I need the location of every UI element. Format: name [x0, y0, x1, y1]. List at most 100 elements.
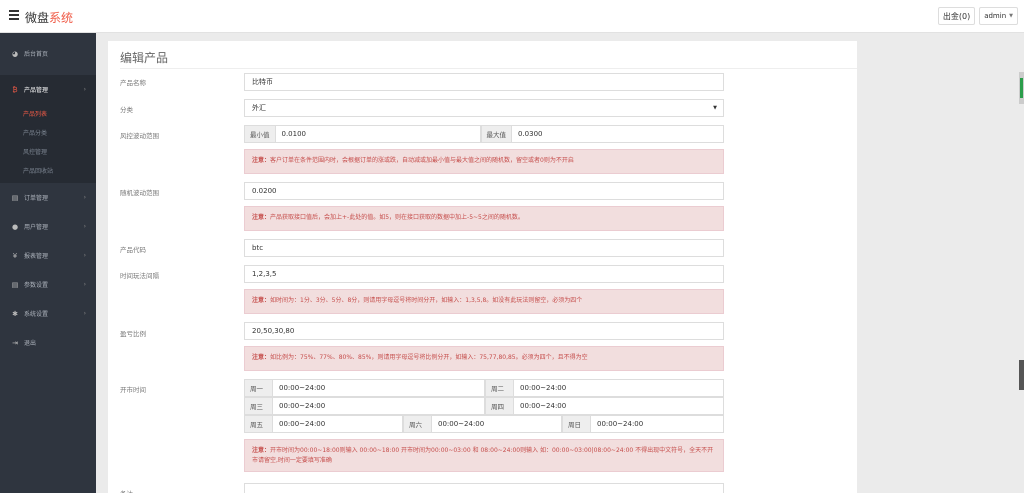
- chevron-right-icon: ›: [83, 281, 86, 288]
- sidebar-item-logout[interactable]: ⇥ 退出: [0, 328, 96, 357]
- chevron-right-icon: ›: [83, 194, 86, 201]
- sidebar-item-system[interactable]: ✱ 系统设置 ›: [0, 299, 96, 328]
- sidebar-item-params[interactable]: ▤ 参数设置 ›: [0, 270, 96, 299]
- open-time-row-2: 周三 00:00~24:00 周四 00:00~24:00: [244, 397, 724, 415]
- open-time-sat-input[interactable]: 00:00~24:00: [432, 415, 562, 433]
- min-addon: 最小值: [244, 125, 276, 143]
- top-header: 微盘系统 出金(0) admin ▼: [0, 0, 1024, 33]
- random-range-label: 随机波动范围: [120, 189, 159, 197]
- max-addon: 最大值: [480, 125, 512, 143]
- open-time-row-3: 周五 00:00~24:00 周六 00:00~24:00 周日 00:00~2…: [244, 415, 724, 433]
- open-time-tue-input[interactable]: 00:00~24:00: [514, 379, 724, 397]
- chevron-right-icon: ›: [83, 310, 86, 317]
- sidebar: ◕ 后台首页 ₿ 产品管理 › 产品列表 产品分类 风控管理 产品回收站 ▤ 订单管理 ›…: [0, 33, 96, 493]
- scrollbar-handle[interactable]: [1019, 360, 1024, 390]
- sidebar-item-label: 退出: [24, 340, 37, 347]
- day-addon-wed: 周三: [244, 397, 273, 415]
- menu-toggle-icon[interactable]: [9, 10, 19, 22]
- open-time-thu-input[interactable]: 00:00~24:00: [514, 397, 724, 415]
- sign-out-icon: ⇥: [12, 338, 18, 347]
- open-time-sun-input[interactable]: 00:00~24:00: [591, 415, 724, 433]
- sidebar-item-label: 用户管理: [24, 224, 49, 231]
- sidebar-item-label: 参数设置: [24, 282, 49, 289]
- edit-product-panel: 编辑产品 产品名称 比特币 分类 外汇 ▼ 风控波动范围 最小值 0.0100 最…: [108, 41, 857, 493]
- risk-range-group: 最小值 0.0100 最大值 0.0300: [244, 125, 724, 143]
- sidebar-item-label: 报表管理: [24, 253, 49, 260]
- brand-text-1: 微盘: [25, 11, 50, 25]
- profit-ratio-input[interactable]: 20,50,30,80: [244, 322, 724, 340]
- sidebar-item-products[interactable]: ₿ 产品管理 ›: [0, 75, 96, 104]
- sidebar-submenu: 产品列表 产品分类 风控管理 产品回收站: [0, 104, 96, 183]
- copy-icon: ▤: [11, 280, 19, 289]
- open-time-wed-input[interactable]: 00:00~24:00: [273, 397, 485, 415]
- note-title: 注意：: [252, 447, 271, 454]
- bitcoin-icon: ₿: [12, 85, 18, 94]
- sidebar-item-orders[interactable]: ▤ 订单管理 ›: [0, 183, 96, 212]
- divider: [120, 68, 857, 69]
- user-menu-button[interactable]: admin ▼: [979, 7, 1018, 25]
- random-note-alert: 注意：产品获取接口值后，会加上+-此处的值。如5，则在接口获取的数据中加上-5~…: [244, 206, 724, 231]
- note-text: 如比例为：75%、77%、80%、85%，则请用字母逗号将比例分开，如输入：75…: [270, 354, 588, 361]
- category-value: 外汇: [252, 104, 266, 112]
- product-code-input[interactable]: btc: [244, 239, 724, 257]
- scrollbar-thumb[interactable]: [1019, 72, 1024, 104]
- time-interval-label: 时间玩法间隔: [120, 272, 159, 280]
- product-name-label: 产品名称: [120, 79, 146, 87]
- caret-down-icon: ▼: [1009, 13, 1013, 19]
- day-addon-sat: 周六: [403, 415, 432, 433]
- sidebar-item-dashboard[interactable]: ◕ 后台首页: [0, 39, 96, 68]
- sidebar-item-label: 产品管理: [24, 87, 49, 94]
- page-title: 编辑产品: [120, 51, 169, 65]
- open-time-fri-input[interactable]: 00:00~24:00: [273, 415, 403, 433]
- day-addon-mon: 周一: [244, 379, 273, 397]
- sidebar-item-label: 后台首页: [24, 51, 49, 58]
- product-name-input[interactable]: 比特币: [244, 73, 724, 91]
- brand-logo: 微盘系统: [25, 9, 73, 26]
- sidebar-item-reports[interactable]: ¥ 报表管理 ›: [0, 241, 96, 270]
- day-addon-thu: 周四: [485, 397, 514, 415]
- note-text: 产品获取接口值后，会加上+-此处的值。如5，则在接口获取的数据中加上-5~5之间…: [270, 214, 524, 221]
- random-range-input[interactable]: 0.0200: [244, 182, 724, 200]
- sidebar-subitem-risk-control[interactable]: 风控管理: [0, 142, 96, 161]
- withdraw-label: 出金(0): [942, 11, 971, 21]
- sidebar-subitem-recycle-bin[interactable]: 产品回收站: [0, 161, 96, 180]
- note-title: 注意：: [252, 354, 271, 361]
- risk-max-input[interactable]: 0.0300: [512, 125, 724, 143]
- note-title: 注意：: [252, 297, 271, 304]
- remark-input[interactable]: [244, 483, 724, 493]
- sidebar-item-users[interactable]: ● 用户管理 ›: [0, 212, 96, 241]
- open-time-note-alert: 注意：开市时间为00:00~18:00则输入 00:00~18:00 开市时间为…: [244, 439, 724, 472]
- risk-note-alert: 注意：客户订单在条件范围内时，会根据订单的涨或跌，自动减或加最小值与最大值之间的…: [244, 149, 724, 174]
- risk-min-input[interactable]: 0.0100: [275, 125, 481, 143]
- yen-icon: ¥: [12, 251, 18, 260]
- category-select[interactable]: 外汇 ▼: [244, 99, 724, 117]
- open-time-label: 开市时间: [120, 386, 146, 394]
- chevron-right-icon: ›: [83, 86, 86, 93]
- copy-icon: ▤: [11, 193, 19, 202]
- note-text: 客户订单在条件范围内时，会根据订单的涨或跌，自动减或加最小值与最大值之间的随机数…: [270, 157, 574, 164]
- day-addon-sun: 周日: [562, 415, 591, 433]
- note-title: 注意：: [252, 157, 271, 164]
- withdraw-button[interactable]: 出金(0): [937, 7, 976, 25]
- chevron-right-icon: ›: [83, 223, 86, 230]
- remark-label: 备注: [120, 488, 133, 493]
- open-time-mon-input[interactable]: 00:00~24:00: [273, 379, 485, 397]
- sidebar-subitem-product-category[interactable]: 产品分类: [0, 123, 96, 142]
- day-addon-tue: 周二: [485, 379, 514, 397]
- chevron-right-icon: ›: [83, 252, 86, 259]
- open-time-row-1: 周一 00:00~24:00 周二 00:00~24:00: [244, 379, 724, 397]
- user-icon: ●: [11, 222, 19, 231]
- gears-icon: ✱: [12, 309, 18, 318]
- ratio-note-alert: 注意：如比例为：75%、77%、80%、85%，则请用字母逗号将比例分开，如输入…: [244, 346, 724, 371]
- dashboard-icon: ◕: [11, 49, 19, 58]
- note-text: 如时间为：1分、3分、5分、8分，则请用字母逗号将时间分开，如输入：1,3,5,…: [270, 297, 583, 304]
- user-label: admin: [984, 12, 1007, 20]
- product-code-label: 产品代码: [120, 246, 146, 254]
- note-title: 注意：: [252, 214, 271, 221]
- interval-note-alert: 注意：如时间为：1分、3分、5分、8分，则请用字母逗号将时间分开，如输入：1,3…: [244, 289, 724, 314]
- sidebar-item-label: 订单管理: [24, 195, 49, 202]
- category-label: 分类: [120, 106, 133, 114]
- sidebar-subitem-product-list[interactable]: 产品列表: [0, 104, 96, 123]
- time-interval-input[interactable]: 1,2,3,5: [244, 265, 724, 283]
- caret-down-icon: ▼: [713, 105, 717, 111]
